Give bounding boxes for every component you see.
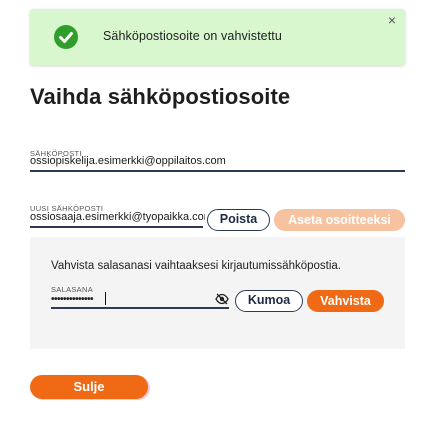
close-icon[interactable]: × <box>385 13 399 27</box>
password-confirm-panel: Vahvista salasanasi vaihtaaksesi kirjaut… <box>30 237 405 349</box>
password-input[interactable]: •••••••••••••• <box>51 294 94 305</box>
current-email-underline <box>30 170 405 172</box>
eye-slash-icon[interactable] <box>215 292 229 305</box>
current-email-value: ossiopiskelija.esimerkki@oppilaitos.com <box>30 155 226 167</box>
notification-message: Sähköpostiosoite on vahvistettu <box>103 29 282 43</box>
confirm-button[interactable]: Vahvista <box>307 290 384 312</box>
check-circle-icon <box>54 25 78 49</box>
text-caret <box>105 292 106 305</box>
page-title: Vaihda sähköpostiosoite <box>30 84 291 109</box>
set-as-address-button[interactable]: Aseta osoitteeksi <box>274 209 405 231</box>
remove-button[interactable]: Poista <box>207 209 270 231</box>
new-email-underline <box>30 226 203 228</box>
password-underline <box>51 307 229 309</box>
password-label: SALASANA <box>51 285 94 294</box>
success-notification: Sähköpostiosoite on vahvistettu × <box>30 9 405 65</box>
cancel-button[interactable]: Kumoa <box>235 290 303 312</box>
close-button[interactable]: Sulje <box>30 375 148 399</box>
new-email-input[interactable]: ossiosaaja.esimerkki@tyopaikka.com <box>30 211 205 223</box>
confirm-instruction: Vahvista salasanasi vaihtaaksesi kirjaut… <box>51 260 341 272</box>
